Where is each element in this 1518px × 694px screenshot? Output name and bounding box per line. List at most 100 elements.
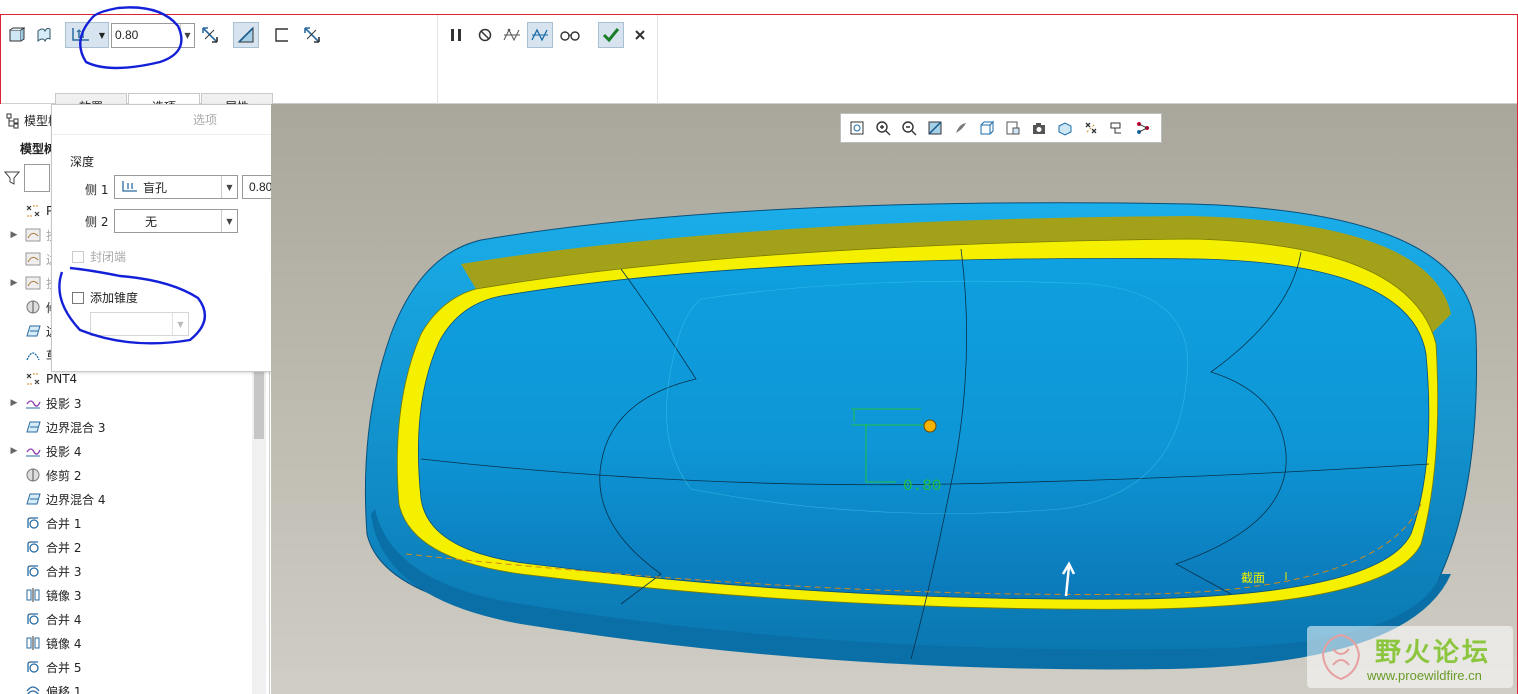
close-icon [635, 30, 645, 40]
3d-model[interactable]: 0.80 截面 [271, 104, 1517, 694]
zoom-out-button[interactable] [897, 117, 921, 139]
expand-arrow-icon[interactable]: ▶ [8, 398, 20, 408]
mirror-icon [24, 635, 42, 651]
tree-item[interactable]: 镜像 4 [8, 632, 248, 654]
boundary-blend-icon [24, 419, 42, 435]
preview-glasses-button[interactable] [557, 22, 583, 48]
checkbox-box[interactable] [72, 250, 84, 263]
tree-item[interactable]: ▶ 投影 4 [8, 440, 248, 462]
surface-icon [37, 27, 51, 43]
side2-depth-type-select[interactable]: 无 ▼ [114, 209, 238, 233]
remove-material-button[interactable] [233, 22, 259, 48]
watermark-logo-icon [1321, 633, 1361, 681]
saved-orientations-button[interactable] [975, 117, 999, 139]
tree-search-input[interactable] [24, 164, 50, 192]
depth-type-dropdown[interactable]: ▼ [65, 22, 109, 48]
graphics-window[interactable]: 0.80 截面 野火论坛 www.proewildfire.cn [271, 104, 1517, 694]
chevron-down-icon[interactable]: ▼ [172, 313, 188, 335]
attached-preview-button[interactable] [499, 22, 525, 48]
section-icon [1058, 122, 1072, 136]
tree-item[interactable]: 镜像 3 [8, 584, 248, 606]
annotation-display-button[interactable] [1105, 117, 1129, 139]
expand-arrow-icon[interactable]: ▶ [8, 278, 20, 288]
tree-item[interactable]: 修剪 2 [8, 464, 248, 486]
tree-item-label: 合并 3 [46, 564, 82, 579]
datum-point-icon [24, 203, 42, 219]
ok-button[interactable] [598, 22, 624, 48]
inner-cavity[interactable] [418, 258, 1430, 600]
tree-item[interactable]: 合并 3 [8, 560, 248, 582]
surface-extrude-button[interactable] [31, 22, 57, 48]
perspective-button[interactable] [1027, 117, 1051, 139]
zoom-in-button[interactable] [871, 117, 895, 139]
thicken-icon [275, 28, 288, 42]
tree-item-label: 合并 5 [46, 660, 82, 675]
tree-item[interactable]: 合并 1 [8, 512, 248, 534]
dimension-label[interactable]: 0.80 [903, 477, 941, 495]
tree-item-label: 合并 1 [46, 516, 82, 531]
expand-arrow-icon[interactable]: ▶ [8, 446, 20, 456]
watermark-name: 野火论坛 [1375, 638, 1492, 668]
capped-ends-label: 封闭端 [90, 250, 127, 264]
tree-item-label: 镜像 3 [46, 588, 82, 603]
chevron-down-icon[interactable]: ▼ [221, 210, 237, 232]
repaint-button[interactable] [923, 117, 947, 139]
tree-item[interactable]: 边界混合 4 [8, 488, 248, 510]
tree-item[interactable]: 合并 4 [8, 608, 248, 630]
refit-icon [850, 121, 864, 135]
sketch-icon [24, 251, 42, 267]
thicken-sketch-button[interactable] [269, 22, 295, 48]
spin-center-button[interactable] [1131, 117, 1155, 139]
solid-extrude-button[interactable] [3, 22, 29, 48]
cancel-button[interactable] [627, 22, 653, 48]
tree-item[interactable]: 偏移 1 [8, 680, 248, 694]
no-preview-button[interactable] [472, 22, 498, 48]
depth-value-field[interactable]: 0.80 [112, 24, 180, 47]
projection-icon [24, 443, 42, 459]
taper-angle-combo[interactable]: ▼ [90, 312, 189, 336]
orientation-cube-icon [980, 120, 995, 135]
tree-item-label: 合并 2 [46, 540, 82, 555]
checkbox-box[interactable] [72, 291, 84, 304]
depth-value-combo[interactable]: 0.80 ▼ [111, 23, 195, 48]
tree-item[interactable]: 边界混合 3 [8, 416, 248, 438]
side1-type-text: 盲孔 [143, 180, 168, 195]
verify-preview-button[interactable] [527, 22, 553, 48]
datum-display-button[interactable] [1079, 117, 1103, 139]
expand-arrow-icon[interactable]: ▶ [8, 230, 20, 240]
depth-label: 深度 [70, 155, 95, 169]
add-taper-label: 添加锥度 [90, 291, 139, 305]
filter-icon[interactable] [4, 170, 20, 186]
refit-button[interactable] [845, 117, 869, 139]
annotation-icon [1110, 122, 1121, 134]
capped-ends-checkbox[interactable]: 封闭端 [72, 248, 126, 265]
tree-item[interactable]: 合并 2 [8, 536, 248, 558]
section-view-button[interactable] [1053, 117, 1077, 139]
merge-icon [24, 659, 42, 675]
sketch-icon [24, 275, 42, 291]
remove-material-icon [237, 26, 254, 43]
chevron-down-icon[interactable]: ▼ [221, 176, 237, 198]
pause-button[interactable] [443, 22, 469, 48]
solid-icon [9, 27, 25, 42]
tree-item-label: 边界混合 4 [46, 492, 106, 507]
view-manager-button[interactable] [1001, 117, 1025, 139]
tree-item[interactable]: ▶ 投影 3 [8, 392, 248, 414]
side1-label: 侧 1 [85, 183, 109, 197]
chevron-down-icon[interactable]: ▼ [180, 24, 194, 47]
tree-item-label: 修剪 2 [46, 468, 82, 483]
display-style-button[interactable] [949, 117, 973, 139]
trim-icon [24, 467, 42, 483]
tree-filter [4, 164, 50, 192]
tree-item[interactable]: 合并 5 [8, 656, 248, 678]
side1-depth-type-select[interactable]: 盲孔 ▼ [114, 175, 238, 199]
drag-handle[interactable] [923, 419, 937, 433]
boundary-blend-icon [24, 323, 42, 339]
verify-preview-icon [531, 28, 548, 42]
flip-depth-direction-button[interactable] [197, 22, 223, 48]
flip-side-icon [304, 27, 320, 43]
extrude-dashboard: ▼ 0.80 ▼ 放置 选项 属性 [1, 15, 1517, 119]
flip-material-side-button[interactable] [299, 22, 325, 48]
add-taper-checkbox[interactable]: 添加锥度 [72, 289, 138, 306]
tree-item-label: 投影 4 [46, 444, 82, 459]
